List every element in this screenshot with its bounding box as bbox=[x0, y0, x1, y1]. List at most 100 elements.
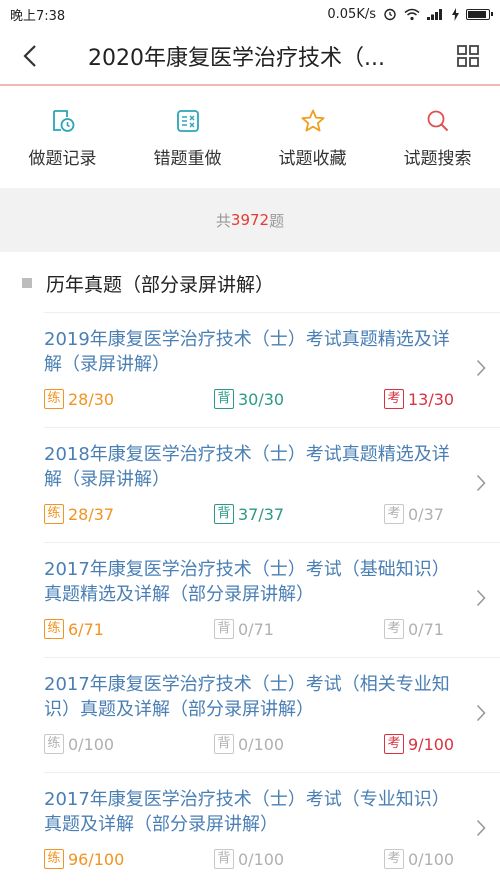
memorize-tag: 背 bbox=[214, 389, 234, 409]
tool-label: 做题记录 bbox=[28, 149, 97, 169]
chevron-right-icon bbox=[476, 704, 486, 722]
memorize-progress: 30/30 bbox=[238, 389, 285, 409]
exam-tag: 考 bbox=[384, 734, 404, 754]
wifi-icon bbox=[404, 8, 420, 20]
battery-icon bbox=[466, 8, 493, 20]
charging-icon bbox=[452, 7, 459, 21]
exam-tag: 考 bbox=[384, 389, 404, 409]
memorize-tag: 背 bbox=[214, 734, 234, 754]
item-title: 2017年康复医学治疗技术（士）考试（基础知识）真题精选及详解（部分录屏讲解） bbox=[44, 559, 450, 605]
network-speed: 0.05K/s bbox=[327, 6, 376, 22]
chevron-right-icon bbox=[476, 819, 486, 837]
stat-exam: 考 9/100 bbox=[384, 734, 454, 754]
chevron-right-icon bbox=[476, 474, 486, 492]
section-header: 历年真题（部分录屏讲解） bbox=[0, 258, 500, 308]
exam-tag: 考 bbox=[384, 619, 404, 639]
exam-progress: 0/71 bbox=[408, 619, 444, 639]
practice-tag: 练 bbox=[44, 619, 64, 639]
practice-tag: 练 bbox=[44, 389, 64, 409]
list-item[interactable]: 2017年康复医学治疗技术（士）考试（专业知识）真题及详解（部分录屏讲解） 练 … bbox=[44, 772, 500, 887]
section-marker-icon bbox=[22, 278, 32, 288]
stat-exam: 考 0/71 bbox=[384, 619, 444, 639]
exam-progress: 9/100 bbox=[408, 734, 455, 754]
grid-icon bbox=[457, 45, 479, 67]
stat-practice: 练 28/30 bbox=[44, 389, 114, 409]
memorize-tag: 背 bbox=[214, 849, 234, 869]
redo-list-icon bbox=[176, 110, 199, 132]
memorize-progress: 0/100 bbox=[238, 849, 285, 869]
stat-exam: 考 13/30 bbox=[384, 389, 454, 409]
section-title: 历年真题（部分录屏讲解） bbox=[46, 273, 275, 296]
list-item[interactable]: 2018年康复医学治疗技术（士）考试真题精选及详解（录屏讲解） 练 28/37 … bbox=[44, 427, 500, 542]
item-stats: 练 0/100 背 0/100 考 9/100 bbox=[44, 734, 460, 756]
count-suffix: 题 bbox=[269, 211, 285, 230]
stat-memorize: 背 0/100 bbox=[214, 849, 284, 869]
practice-progress: 96/100 bbox=[68, 849, 125, 869]
back-arrow-icon bbox=[23, 45, 36, 67]
practice-tag: 练 bbox=[44, 734, 64, 754]
item-title: 2017年康复医学治疗技术（士）考试（专业知识）真题及详解（部分录屏讲解） bbox=[44, 789, 450, 835]
stat-practice: 练 28/37 bbox=[44, 504, 114, 524]
practice-tag: 练 bbox=[44, 849, 64, 869]
tool-favorites[interactable]: 试题收藏 bbox=[250, 88, 375, 188]
stat-memorize: 背 0/100 bbox=[214, 734, 284, 754]
list-item[interactable]: 2017年康复医学治疗技术（士）考试（基础知识）真题精选及详解（部分录屏讲解） … bbox=[44, 542, 500, 657]
clock-record-icon bbox=[52, 110, 74, 132]
back-button[interactable] bbox=[0, 27, 60, 85]
signal-icon bbox=[427, 9, 442, 20]
exam-tag: 考 bbox=[384, 849, 404, 869]
item-title: 2018年康复医学治疗技术（士）考试真题精选及详解（录屏讲解） bbox=[44, 444, 450, 490]
item-title: 2017年康复医学治疗技术（士）考试（相关专业知识）真题及详解（部分录屏讲解） bbox=[44, 674, 450, 720]
practice-progress: 28/37 bbox=[68, 504, 115, 524]
count-prefix: 共 bbox=[215, 211, 231, 230]
memorize-tag: 背 bbox=[214, 619, 234, 639]
tool-search[interactable]: 试题搜索 bbox=[375, 88, 500, 188]
practice-progress: 28/30 bbox=[68, 389, 115, 409]
practice-progress: 0/100 bbox=[68, 734, 115, 754]
stat-practice: 练 96/100 bbox=[44, 849, 124, 869]
exam-progress: 0/37 bbox=[408, 504, 444, 524]
stat-exam: 考 0/100 bbox=[384, 849, 454, 869]
item-stats: 练 28/30 背 30/30 考 13/30 bbox=[44, 389, 460, 411]
alarm-icon bbox=[384, 8, 396, 21]
stat-memorize: 背 30/30 bbox=[214, 389, 284, 409]
chevron-right-icon bbox=[476, 589, 486, 607]
count-number: 3972 bbox=[230, 211, 270, 229]
tool-record[interactable]: 做题记录 bbox=[0, 88, 125, 188]
tool-redo-wrong[interactable]: 错题重做 bbox=[125, 88, 250, 188]
memorize-progress: 0/71 bbox=[238, 619, 274, 639]
grid-menu-button[interactable] bbox=[436, 27, 500, 85]
stat-practice: 练 0/100 bbox=[44, 734, 114, 754]
stat-exam: 考 0/37 bbox=[384, 504, 444, 524]
exam-list: 2019年康复医学治疗技术（士）考试真题精选及详解（录屏讲解） 练 28/30 … bbox=[0, 312, 500, 887]
stat-memorize: 背 37/37 bbox=[214, 504, 284, 524]
item-title: 2019年康复医学治疗技术（士）考试真题精选及详解（录屏讲解） bbox=[44, 329, 450, 375]
practice-progress: 6/71 bbox=[68, 619, 104, 639]
status-time: 晚上7:38 bbox=[10, 8, 66, 24]
tool-label: 试题搜索 bbox=[403, 149, 472, 169]
memorize-progress: 0/100 bbox=[238, 734, 285, 754]
item-stats: 练 96/100 背 0/100 考 0/100 bbox=[44, 849, 460, 871]
memorize-progress: 37/37 bbox=[238, 504, 285, 524]
list-item[interactable]: 2019年康复医学治疗技术（士）考试真题精选及详解（录屏讲解） 练 28/30 … bbox=[44, 312, 500, 427]
stat-practice: 练 6/71 bbox=[44, 619, 104, 639]
exam-progress: 0/100 bbox=[408, 849, 455, 869]
memorize-tag: 背 bbox=[214, 504, 234, 524]
practice-tag: 练 bbox=[44, 504, 64, 524]
search-icon bbox=[427, 110, 448, 132]
list-item[interactable]: 2017年康复医学治疗技术（士）考试（相关专业知识）真题及详解（部分录屏讲解） … bbox=[44, 657, 500, 772]
toolbar: 做题记录 错题重做 试题收藏 试题搜索 bbox=[0, 88, 500, 188]
status-bar: 晚上7:38 0.05K/s bbox=[0, 0, 500, 28]
exam-progress: 13/30 bbox=[408, 389, 455, 409]
item-stats: 练 6/71 背 0/71 考 0/71 bbox=[44, 619, 460, 641]
stat-memorize: 背 0/71 bbox=[214, 619, 274, 639]
star-icon bbox=[301, 109, 324, 132]
tool-label: 试题收藏 bbox=[278, 149, 347, 169]
tool-label: 错题重做 bbox=[153, 149, 222, 169]
chevron-right-icon bbox=[476, 359, 486, 377]
question-count: 共 3972 题 bbox=[0, 188, 500, 252]
item-stats: 练 28/37 背 37/37 考 0/37 bbox=[44, 504, 460, 526]
status-icons: 0.05K/s bbox=[327, 6, 493, 22]
nav-bar: 2020年康复医学治疗技术（... bbox=[0, 28, 500, 86]
page-title: 2020年康复医学治疗技术（... bbox=[88, 46, 385, 71]
